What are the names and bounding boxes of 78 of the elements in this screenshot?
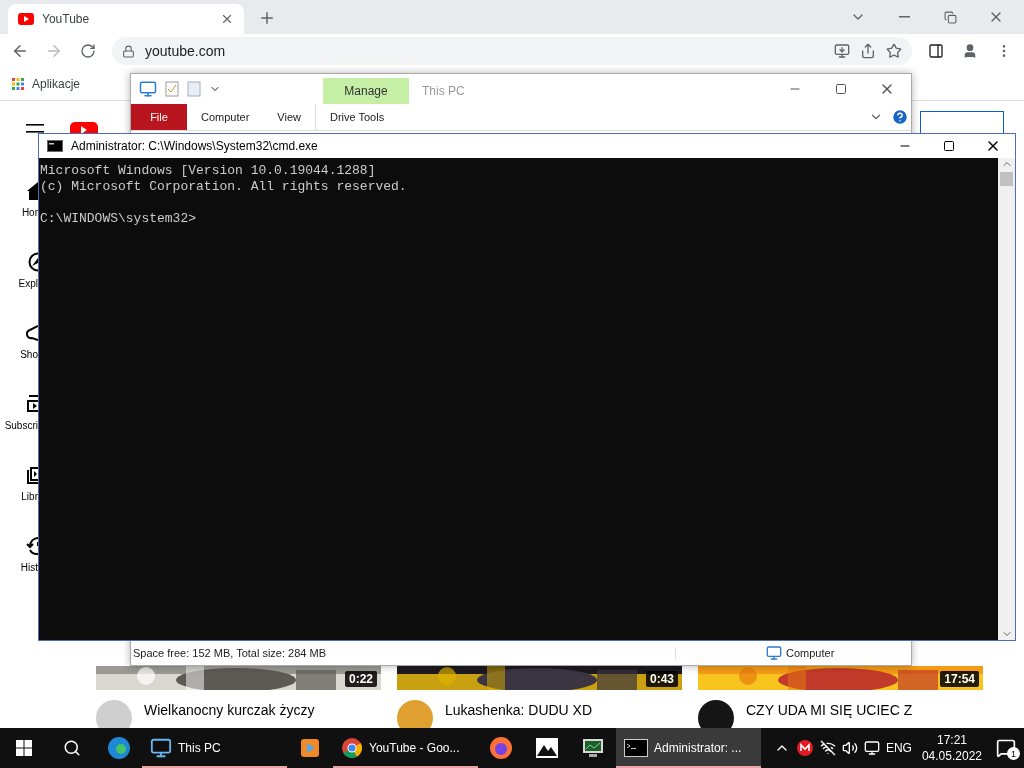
side-panel-icon bbox=[928, 43, 944, 59]
browser-logo-icon bbox=[107, 736, 131, 760]
history-icon[interactable] bbox=[26, 536, 38, 556]
person-icon bbox=[962, 43, 978, 59]
mountain-picture-icon bbox=[536, 738, 558, 758]
notification-count: 1 bbox=[1007, 747, 1020, 760]
star-icon[interactable] bbox=[886, 43, 902, 59]
status-text: Space free: 152 MB, Total size: 284 MB bbox=[131, 647, 676, 659]
minimize-icon bbox=[898, 16, 910, 18]
volume-icon[interactable] bbox=[841, 740, 858, 756]
library-icon[interactable] bbox=[26, 465, 38, 485]
taskbar-app-button[interactable]: Administrator: ... bbox=[616, 728, 761, 768]
notifications-icon[interactable] bbox=[996, 738, 1016, 758]
subscriptions-icon[interactable] bbox=[26, 394, 38, 414]
window-title: Administrator: C:\Windows\System32\cmd.exe bbox=[71, 139, 319, 153]
display-icon[interactable] bbox=[863, 740, 880, 756]
console-icon bbox=[624, 739, 648, 757]
language-indicator[interactable]: ENG bbox=[885, 741, 912, 755]
clock[interactable]: 17:21 04.05.2022 bbox=[917, 732, 986, 764]
video-duration: 17:54 bbox=[940, 671, 979, 687]
close-icon[interactable] bbox=[220, 12, 234, 26]
console-icon bbox=[47, 140, 63, 152]
apps-grid-icon bbox=[12, 78, 24, 90]
address-bar[interactable]: youtube.com bbox=[112, 37, 912, 65]
antivirus-icon[interactable] bbox=[795, 739, 814, 757]
chrome-logo-icon bbox=[341, 737, 363, 759]
media-player-icon bbox=[299, 737, 321, 759]
computer-icon bbox=[766, 645, 782, 661]
window-title: This PC bbox=[421, 83, 465, 100]
video-title[interactable]: Wielkanocny kurczak życzy bbox=[144, 702, 315, 728]
manage-tab[interactable]: Manage bbox=[323, 78, 409, 104]
sidebar-label[interactable]: Expl bbox=[18, 278, 38, 289]
console-line: Microsoft Windows [Version 10.0.19044.1288] bbox=[40, 163, 377, 179]
help-icon[interactable] bbox=[891, 108, 909, 126]
compass-icon[interactable] bbox=[26, 252, 38, 272]
menu-icon[interactable] bbox=[26, 124, 44, 134]
scrollbar-thumb[interactable] bbox=[1000, 172, 1013, 186]
sidebar-label[interactable]: Subscri bbox=[4, 420, 38, 431]
firefox-logo-icon bbox=[489, 736, 513, 760]
computer-icon bbox=[150, 737, 172, 759]
maximize-icon bbox=[835, 83, 847, 95]
taskbar-app-button[interactable]: YouTube - Goo... bbox=[333, 728, 478, 768]
maximize-icon bbox=[943, 140, 955, 152]
new-tab-icon[interactable] bbox=[258, 9, 276, 27]
status-location: Computer bbox=[786, 647, 835, 659]
shorts-icon[interactable] bbox=[26, 323, 38, 343]
monitor-chart-icon bbox=[581, 737, 605, 759]
share-icon[interactable] bbox=[860, 43, 876, 59]
taskbar-app-button[interactable]: This PC bbox=[142, 728, 287, 768]
channel-avatar bbox=[698, 700, 734, 728]
bookmark-link[interactable]: Aplikacje bbox=[32, 77, 81, 91]
restore-icon bbox=[943, 10, 957, 24]
channel-avatar bbox=[397, 700, 433, 728]
browser-tab[interactable]: YouTube bbox=[8, 4, 244, 34]
sidebar-label[interactable]: Hor bbox=[21, 207, 38, 218]
sidebar-label[interactable]: Libr bbox=[21, 491, 38, 502]
network-off-icon[interactable] bbox=[819, 740, 836, 756]
search-icon bbox=[63, 739, 81, 757]
sign-in-button[interactable] bbox=[920, 111, 1004, 134]
ribbon-tab[interactable]: View bbox=[263, 104, 315, 130]
sidebar-label[interactable]: Hist bbox=[20, 562, 38, 573]
computer-icon[interactable] bbox=[139, 80, 157, 98]
video-duration: 0:43 bbox=[645, 671, 678, 687]
console-line: (c) Microsoft Corporation. All rights reserved. bbox=[40, 179, 408, 195]
reload-icon bbox=[80, 43, 96, 59]
channel-avatar bbox=[96, 700, 132, 728]
video-title[interactable]: CZY UDA MI SIĘ UCIEC Z bbox=[746, 702, 913, 728]
sidebar-label[interactable]: Sho bbox=[20, 349, 38, 360]
youtube-logo-icon bbox=[18, 13, 34, 25]
lock-icon bbox=[122, 44, 135, 58]
console-prompt[interactable]: C:\WINDOWS\system32> bbox=[40, 211, 998, 227]
video-duration: 0:22 bbox=[344, 671, 377, 687]
ribbon-tab[interactable]: File bbox=[131, 104, 187, 130]
video-title[interactable]: Lukashenka: DUDU XD bbox=[445, 702, 593, 728]
forward-arrow-icon bbox=[45, 42, 63, 60]
install-app-icon[interactable] bbox=[834, 43, 850, 59]
windows-logo-icon bbox=[16, 740, 32, 756]
ribbon-tab[interactable]: Computer bbox=[187, 104, 264, 130]
